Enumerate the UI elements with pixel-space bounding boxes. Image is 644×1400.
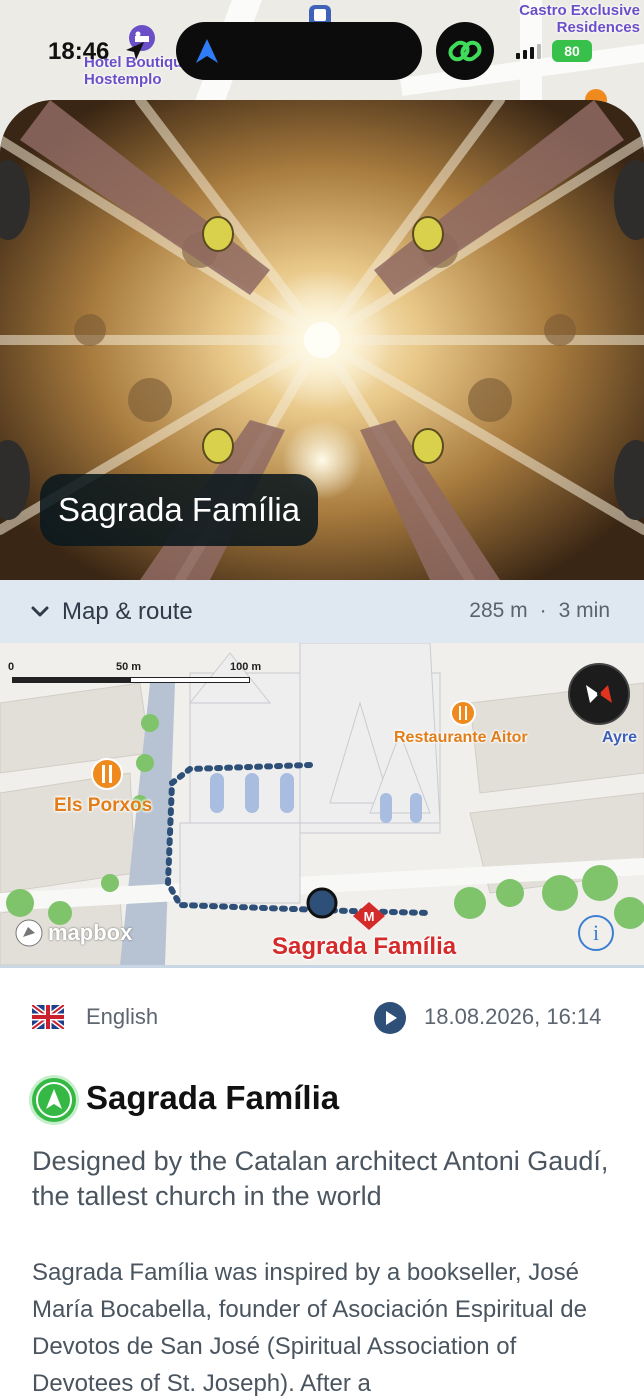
dynamic-island[interactable] [176,22,422,80]
map-divider [0,965,644,968]
play-button[interactable] [374,1002,406,1034]
cellular-signal [516,44,541,59]
els-porxos-label[interactable]: Els Porxos [54,795,152,817]
route-summary: 285 m · 3 min [469,599,610,623]
poi-detail-sheet: Sagrada Família Map & route 285 m · 3 mi… [0,100,644,1400]
compass-icon [586,685,612,703]
route-separator: · [539,599,547,622]
audio-datetime: 18.08.2026, 16:14 [424,1004,602,1029]
language-selector[interactable]: English [86,1004,158,1030]
map-scale-bar [12,677,250,683]
mapbox-logo-icon [15,919,43,947]
info-icon: i [592,920,600,945]
map-route-toggle[interactable]: Map & route 285 m · 3 min [0,580,644,643]
poi-title: Sagrada Família [86,1079,340,1116]
restaurant-aitor-label[interactable]: Restaurante Aitor [394,729,528,747]
scale-label-zero: 0 [8,661,15,673]
info-button[interactable]: i [578,915,614,951]
poi-title-row: Sagrada Família [32,1076,622,1122]
hero-image[interactable]: Sagrada Família [0,100,644,580]
route-duration: 3 min [558,599,610,622]
ayre-label[interactable]: Ayre [602,729,637,747]
svg-text:M: M [364,909,375,924]
clock: 18:46 [48,38,110,65]
route-map[interactable]: 0 50 m 100 m Restaurante Aitor Ayre Els … [0,643,644,965]
uk-flag-icon[interactable] [32,1005,64,1029]
scale-label-max: 100 m [230,661,262,673]
restaurant-icon[interactable] [90,757,124,791]
battery-indicator: 80 [552,40,592,62]
compass-button[interactable] [568,663,630,725]
play-icon [386,1011,397,1025]
hero-title: Sagrada Família [40,474,319,546]
mapbox-wordmark: mapbox [48,920,133,945]
audio-guide-row: English 18.08.2026, 16:14 [32,1002,622,1034]
app-link-icon [448,40,482,62]
poi-description: Sagrada Família was inspired by a bookse… [32,1259,587,1397]
chevron-down-icon [31,606,49,617]
sagrada-familia-metro-label[interactable]: Sagrada Família [272,933,456,961]
restaurant-icon[interactable] [450,700,476,726]
metro-icon[interactable]: M [352,901,386,931]
status-bar: 18:46 80 [0,0,644,100]
navigation-icon [196,39,218,63]
route-distance: 285 m [469,599,528,622]
app-link-button[interactable] [436,22,494,80]
navigation-badge-icon [36,1082,72,1118]
map-route-label: Map & route [62,598,193,625]
navigation-badge[interactable] [32,1078,76,1122]
scale-label-mid: 50 m [116,661,142,673]
poi-subtitle: Designed by the Catalan architect Antoni… [32,1146,609,1211]
user-location-icon [306,887,338,919]
location-arrow-icon [126,42,144,60]
mapbox-attribution[interactable]: mapbox [14,918,132,948]
